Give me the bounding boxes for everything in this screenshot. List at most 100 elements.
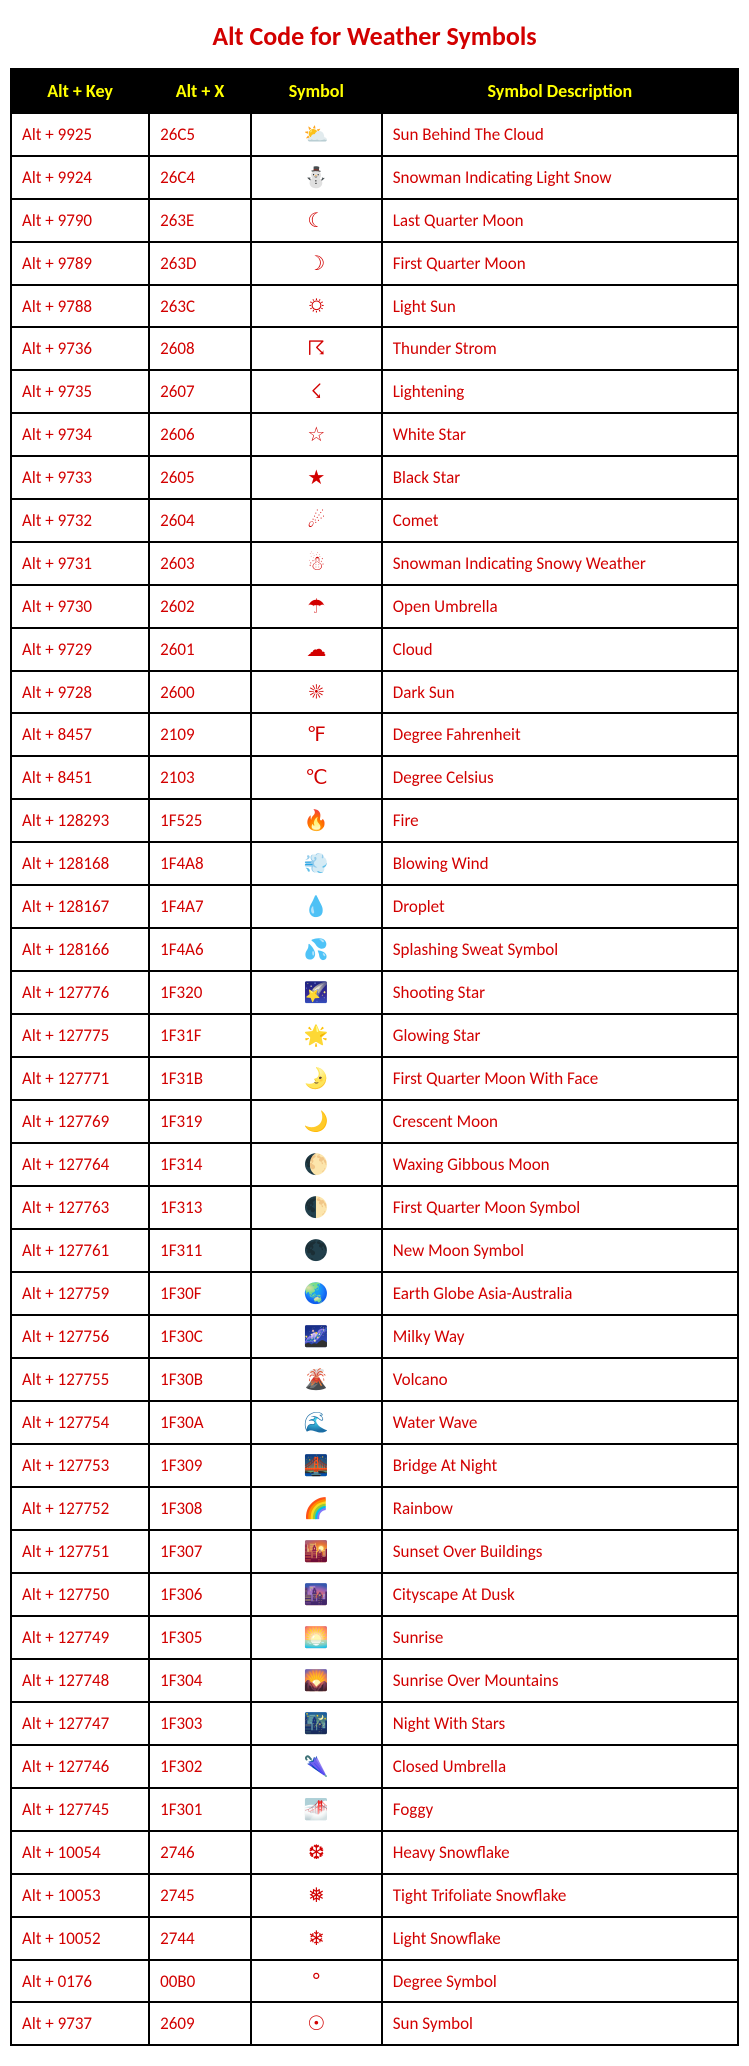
table-row: Alt + 97362608☈Thunder Strom [11,327,738,370]
cell-description: White Star [382,413,738,456]
cell-alt-x: 2109 [149,713,251,756]
cell-symbol: ☼ [251,285,382,327]
cell-symbol: 🌃 [251,1702,382,1745]
cell-symbol: 🌋 [251,1358,382,1401]
cell-alt-key: Alt + 10054 [11,1831,149,1874]
table-row: Alt + 97282600☀Dark Sun [11,671,738,713]
cell-alt-x: 1F319 [149,1100,251,1143]
table-row: Alt + 97332605★Black Star [11,456,738,499]
cell-alt-x: 1F305 [149,1616,251,1659]
cell-symbol: ☽ [251,242,382,285]
cell-symbol: ☁ [251,628,382,671]
cell-symbol: ☄ [251,499,382,542]
cell-description: Snowman Indicating Light Snow [382,156,738,199]
cell-alt-x: 1F302 [149,1745,251,1788]
cell-alt-key: Alt + 9925 [11,113,149,156]
cell-symbol: 🌛 [251,1057,382,1100]
cell-alt-x: 1F309 [149,1444,251,1487]
header-alt-x: Alt + X [149,69,251,113]
header-description: Symbol Description [382,69,738,113]
cell-symbol: 🌏 [251,1272,382,1315]
cell-description: Sunrise [382,1616,738,1659]
cell-symbol: ° [251,1960,382,2002]
cell-alt-key: Alt + 127776 [11,971,149,1014]
cell-alt-x: 2103 [149,756,251,799]
cell-symbol: ☀ [251,671,382,713]
cell-alt-x: 263E [149,199,251,242]
table-row: Alt + 1277461F302🌂Closed Umbrella [11,1745,738,1788]
cell-alt-key: Alt + 9789 [11,242,149,285]
cell-description: Sun Behind The Cloud [382,113,738,156]
cell-alt-x: 1F301 [149,1788,251,1831]
cell-alt-x: 1F311 [149,1229,251,1272]
cell-alt-key: Alt + 9734 [11,413,149,456]
cell-alt-x: 1F303 [149,1702,251,1745]
cell-symbol: 🌓 [251,1186,382,1229]
table-row: Alt + 100542746❆Heavy Snowflake [11,1831,738,1874]
table-row: Alt + 84572109℉Degree Fahrenheit [11,713,738,756]
cell-alt-key: Alt + 127747 [11,1702,149,1745]
cell-alt-key: Alt + 128168 [11,842,149,885]
cell-description: Volcano [382,1358,738,1401]
cell-description: Rainbow [382,1487,738,1530]
cell-symbol: ☈ [251,327,382,370]
cell-symbol: ⛅ [251,113,382,156]
table-row: Alt + 1277521F308🌈Rainbow [11,1487,738,1530]
cell-description: Earth Globe Asia-Australia [382,1272,738,1315]
table-row: Alt + 1277471F303🌃Night With Stars [11,1702,738,1745]
cell-description: Snowman Indicating Snowy Weather [382,542,738,585]
cell-description: Cityscape At Dusk [382,1573,738,1616]
cell-alt-x: 1F31F [149,1014,251,1057]
cell-symbol: ☇ [251,370,382,413]
cell-alt-x: 2600 [149,671,251,713]
cell-description: Fire [382,799,738,842]
cell-alt-key: Alt + 127763 [11,1186,149,1229]
cell-description: Heavy Snowflake [382,1831,738,1874]
alt-code-table: Alt + Key Alt + X Symbol Symbol Descript… [10,68,739,2046]
cell-alt-key: Alt + 127750 [11,1573,149,1616]
cell-description: Open Umbrella [382,585,738,628]
cell-description: Black Star [382,456,738,499]
cell-alt-key: Alt + 9731 [11,542,149,585]
cell-alt-x: 26C4 [149,156,251,199]
cell-description: Comet [382,499,738,542]
table-row: Alt + 1277551F30B🌋Volcano [11,1358,738,1401]
cell-alt-key: Alt + 127769 [11,1100,149,1143]
cell-symbol: 🌉 [251,1444,382,1487]
cell-alt-x: 1F4A8 [149,842,251,885]
cell-description: Cloud [382,628,738,671]
table-row: Alt + 1277481F304🌄Sunrise Over Mountains [11,1659,738,1702]
cell-alt-key: Alt + 9730 [11,585,149,628]
cell-description: Degree Celsius [382,756,738,799]
table-row: Alt + 9788263C☼Light Sun [11,285,738,327]
table-row: Alt + 1277591F30F🌏Earth Globe Asia-Austr… [11,1272,738,1315]
table-row: Alt + 1277641F314🌔Waxing Gibbous Moon [11,1143,738,1186]
cell-alt-x: 2606 [149,413,251,456]
cell-description: Degree Symbol [382,1960,738,2002]
cell-alt-x: 1F4A6 [149,928,251,971]
cell-alt-key: Alt + 128293 [11,799,149,842]
cell-symbol: ☆ [251,413,382,456]
table-row: Alt + 1277711F31B🌛First Quarter Moon Wit… [11,1057,738,1100]
table-row: Alt + 1277631F313🌓First Quarter Moon Sym… [11,1186,738,1229]
cell-symbol: 🌅 [251,1616,382,1659]
cell-alt-key: Alt + 128166 [11,928,149,971]
cell-alt-key: Alt + 9790 [11,199,149,242]
table-row: Alt + 100522744❄Light Snowflake [11,1917,738,1960]
cell-alt-key: Alt + 127775 [11,1014,149,1057]
cell-alt-key: Alt + 9728 [11,671,149,713]
cell-alt-x: 2608 [149,327,251,370]
table-row: Alt + 97342606☆White Star [11,413,738,456]
table-row: Alt + 1277751F31F🌟Glowing Star [11,1014,738,1057]
cell-alt-x: 263C [149,285,251,327]
cell-alt-x: 1F320 [149,971,251,1014]
cell-symbol: ★ [251,456,382,499]
cell-description: First Quarter Moon [382,242,738,285]
table-row: Alt + 017600B0°Degree Symbol [11,1960,738,2002]
cell-alt-key: Alt + 127755 [11,1358,149,1401]
cell-description: Light Snowflake [382,1917,738,1960]
cell-description: Blowing Wind [382,842,738,885]
cell-description: Shooting Star [382,971,738,1014]
cell-alt-x: 1F313 [149,1186,251,1229]
cell-alt-key: Alt + 9736 [11,327,149,370]
